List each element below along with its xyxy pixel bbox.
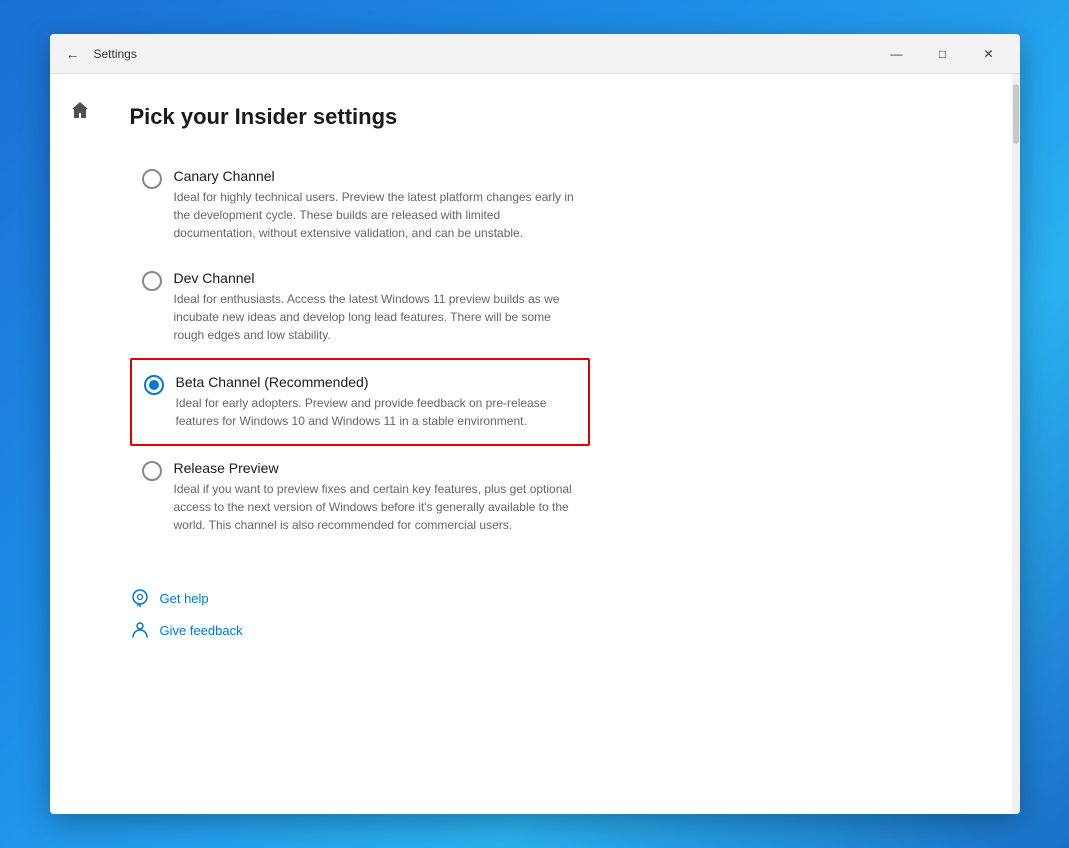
radio-release[interactable]: [142, 461, 162, 481]
get-help-label: Get help: [160, 591, 209, 606]
option-release-text: Release Preview Ideal if you want to pre…: [174, 460, 578, 534]
option-release-title: Release Preview: [174, 460, 578, 476]
sidebar: [50, 74, 110, 814]
option-canary-text: Canary Channel Ideal for highly technica…: [174, 168, 578, 242]
option-canary-desc: Ideal for highly technical users. Previe…: [174, 188, 578, 242]
settings-window: ← Settings — □ ✕ Pick your Insider setti…: [50, 34, 1020, 814]
footer-links: Get help Give feedback: [130, 588, 972, 640]
title-bar: ← Settings — □ ✕: [50, 34, 1020, 74]
page-title: Pick your Insider settings: [130, 104, 972, 130]
option-dev-title: Dev Channel: [174, 270, 578, 286]
option-beta[interactable]: Beta Channel (Recommended) Ideal for ear…: [130, 358, 590, 446]
maximize-button[interactable]: □: [920, 34, 966, 74]
back-button[interactable]: ←: [58, 39, 88, 69]
radio-canary[interactable]: [142, 169, 162, 189]
radio-beta-inner: [149, 380, 159, 390]
main-content: Pick your Insider settings Canary Channe…: [110, 74, 1012, 814]
close-button[interactable]: ✕: [966, 34, 1012, 74]
option-dev-text: Dev Channel Ideal for enthusiasts. Acces…: [174, 270, 578, 344]
home-button[interactable]: [60, 90, 100, 130]
option-dev[interactable]: Dev Channel Ideal for enthusiasts. Acces…: [130, 256, 590, 358]
give-feedback-link[interactable]: Give feedback: [130, 620, 972, 640]
insider-options: Canary Channel Ideal for highly technica…: [130, 154, 590, 548]
content-area: Pick your Insider settings Canary Channe…: [50, 74, 1020, 814]
option-canary[interactable]: Canary Channel Ideal for highly technica…: [130, 154, 590, 256]
radio-beta[interactable]: [144, 375, 164, 395]
option-beta-title: Beta Channel (Recommended): [176, 374, 576, 390]
scrollbar-thumb[interactable]: [1013, 84, 1019, 144]
option-canary-title: Canary Channel: [174, 168, 578, 184]
window-controls: — □ ✕: [874, 34, 1012, 74]
option-beta-text: Beta Channel (Recommended) Ideal for ear…: [176, 374, 576, 430]
get-help-icon: [130, 588, 150, 608]
option-release-desc: Ideal if you want to preview fixes and c…: [174, 480, 578, 534]
give-feedback-label: Give feedback: [160, 623, 243, 638]
option-beta-desc: Ideal for early adopters. Preview and pr…: [176, 394, 576, 430]
window-title: Settings: [94, 47, 874, 61]
get-help-link[interactable]: Get help: [130, 588, 972, 608]
radio-dev[interactable]: [142, 271, 162, 291]
scrollbar-track: [1012, 74, 1020, 814]
option-release[interactable]: Release Preview Ideal if you want to pre…: [130, 446, 590, 548]
option-dev-desc: Ideal for enthusiasts. Access the latest…: [174, 290, 578, 344]
minimize-button[interactable]: —: [874, 34, 920, 74]
give-feedback-icon: [130, 620, 150, 640]
